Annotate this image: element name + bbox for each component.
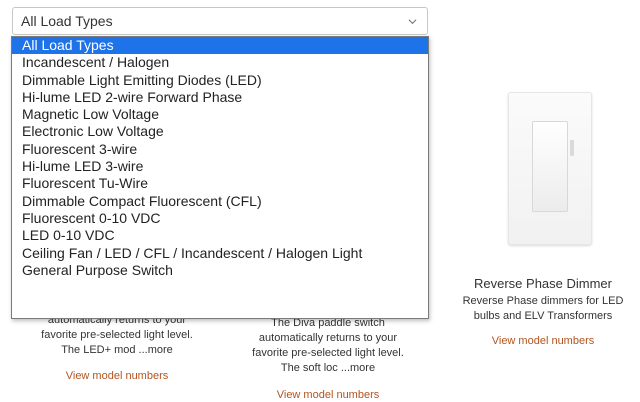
- middle-card-description: The Diva paddle switch automatically ret…: [222, 316, 434, 376]
- chevron-down-icon: [408, 19, 417, 25]
- dimmer-paddle: [532, 121, 568, 212]
- load-type-select[interactable]: All Load Types: [12, 7, 428, 35]
- middle-card-line4[interactable]: The soft loc ...more: [222, 361, 434, 376]
- option-led-0-10-vdc[interactable]: LED 0-10 VDC: [12, 227, 428, 244]
- middle-card-line2: automatically returns to your: [258, 332, 398, 344]
- reverse-phase-dimmer-image[interactable]: [508, 92, 592, 245]
- option-hi-lume-led-3-wire[interactable]: Hi-lume LED 3-wire: [12, 158, 428, 175]
- right-card-line2: bulbs and ELV Transformers: [473, 310, 613, 322]
- load-type-dropdown-list[interactable]: All Load Types Incandescent / Halogen Di…: [11, 36, 429, 319]
- option-general-purpose-switch[interactable]: General Purpose Switch: [12, 262, 428, 279]
- option-incandescent-halogen[interactable]: Incandescent / Halogen: [12, 54, 428, 71]
- option-hi-lume-led-2-wire[interactable]: Hi-lume LED 2-wire Forward Phase: [12, 89, 428, 106]
- right-view-model-numbers-link[interactable]: View model numbers: [448, 335, 638, 347]
- option-electronic-low-voltage[interactable]: Electronic Low Voltage: [12, 123, 428, 140]
- left-card-line2: favorite pre-selected light level.: [41, 329, 193, 341]
- option-fluorescent-3-wire[interactable]: Fluorescent 3-wire: [12, 141, 428, 158]
- option-magnetic-low-voltage[interactable]: Magnetic Low Voltage: [12, 106, 428, 123]
- left-card-line3[interactable]: The LED+ mod ...more: [12, 343, 222, 358]
- middle-card-line3: favorite pre-selected light level.: [252, 347, 404, 359]
- right-card-line1: Reverse Phase dimmers for LED: [462, 295, 624, 307]
- load-type-select-value: All Load Types: [21, 13, 113, 29]
- option-dimmable-led[interactable]: Dimmable Light Emitting Diodes (LED): [12, 72, 428, 89]
- option-ceiling-fan[interactable]: Ceiling Fan / LED / CFL / Incandescent /…: [12, 245, 428, 262]
- left-view-model-numbers-link[interactable]: View model numbers: [12, 370, 222, 382]
- left-card-description: automatically returns to your favorite p…: [12, 313, 222, 358]
- option-fluorescent-tu-wire[interactable]: Fluorescent Tu-Wire: [12, 175, 428, 192]
- right-card-description: Reverse Phase dimmers for LED bulbs and …: [448, 294, 638, 324]
- option-dimmable-cfl[interactable]: Dimmable Compact Fluorescent (CFL): [12, 193, 428, 210]
- middle-view-model-numbers-link[interactable]: View model numbers: [222, 389, 434, 401]
- option-fluorescent-0-10-vdc[interactable]: Fluorescent 0-10 VDC: [12, 210, 428, 227]
- dimmer-slider: [570, 140, 574, 156]
- right-card-title[interactable]: Reverse Phase Dimmer: [448, 276, 638, 291]
- option-all-load-types[interactable]: All Load Types: [12, 37, 428, 55]
